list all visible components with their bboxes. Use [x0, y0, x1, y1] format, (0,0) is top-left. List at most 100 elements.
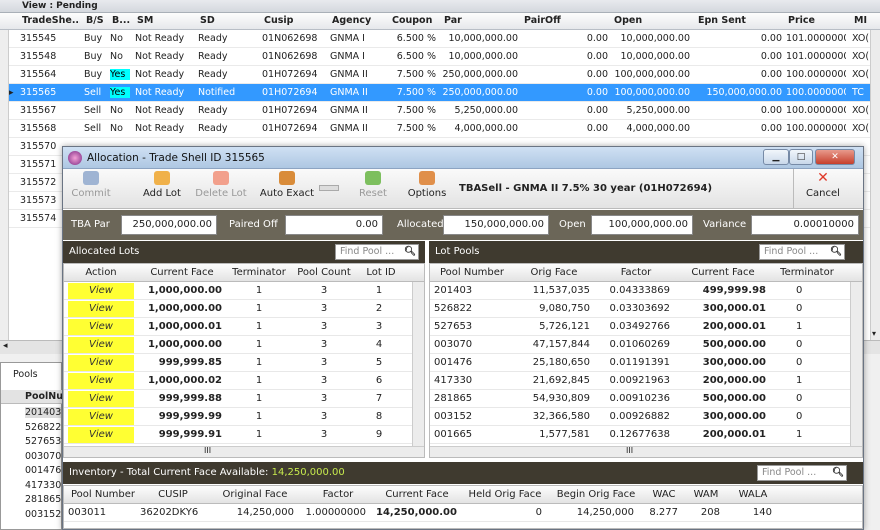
table-row[interactable]: View 999,999.85 1 3 5 — [64, 354, 424, 372]
dialog-titlebar[interactable]: Allocation - Trade Shell ID 315565 ▁ □ ✕ — [63, 147, 863, 169]
commit-button[interactable]: Commit — [69, 171, 113, 207]
delete-lot-button[interactable]: Delete Lot — [195, 171, 247, 207]
trade-grid-col-header[interactable]: SD — [198, 15, 260, 26]
allocated-find-pool-input[interactable]: Find Pool ... 🔍︎ — [335, 244, 419, 260]
table-row[interactable]: View 1,000,000.01 1 3 3 — [64, 318, 424, 336]
table-row[interactable]: 003070 47,157,844 0.01060269 500,000.00 0 — [430, 336, 862, 354]
close-window-button[interactable]: ✕ — [815, 149, 855, 165]
table-row[interactable]: 001476 25,180,650 0.01191391 300,000.00 0 — [430, 354, 862, 372]
view-lot-button[interactable]: View — [68, 427, 134, 443]
view-lot-button[interactable]: View — [68, 337, 134, 353]
table-row[interactable]: 201403 11,537,035 0.04333869 499,999.98 0 — [430, 282, 862, 300]
view-lot-button[interactable]: View — [68, 319, 134, 335]
slider-track[interactable] — [319, 185, 339, 191]
trade-grid-col-header[interactable]: Coupon — [390, 15, 440, 26]
table-row[interactable]: 315548 Buy No Not Ready Ready 01N062698 GNMA I… — [0, 48, 880, 66]
trade-grid-col-header[interactable]: B... — [110, 15, 134, 26]
list-item[interactable]: 527653 — [25, 436, 61, 447]
allocated-col-header[interactable]: Lot ID — [356, 267, 406, 278]
maximize-button[interactable]: □ — [789, 149, 813, 165]
minimize-button[interactable]: ▁ — [763, 149, 789, 165]
lot-pools-col-header[interactable]: Terminator — [776, 267, 838, 278]
table-row[interactable]: 281865 54,930,809 0.00910236 500,000.00 0 — [430, 390, 862, 408]
add-lot-button[interactable]: Add Lot — [139, 171, 185, 207]
table-row[interactable]: 003152 32,366,580 0.00926882 300,000.00 0 — [430, 408, 862, 426]
trade-grid-vscroll[interactable]: ▾ — [870, 30, 880, 340]
search-icon[interactable]: 🔍︎ — [832, 466, 844, 480]
tab-pools[interactable]: Pools — [13, 369, 38, 380]
view-lot-button[interactable]: View — [68, 301, 134, 317]
trade-grid-col-header[interactable]: MI — [852, 15, 880, 26]
trade-grid-col-header[interactable]: Agency — [330, 15, 388, 26]
trade-grid-col-header[interactable]: TradeShe... — [20, 15, 80, 26]
table-row[interactable]: 003011 36202DKY6 14,250,000 1.00000000 14,25… — [64, 504, 862, 522]
table-row[interactable]: View 1,000,000.00 1 3 4 — [64, 336, 424, 354]
inventory-col-header[interactable]: Pool Number — [68, 489, 138, 500]
inventory-col-header[interactable]: WAM — [686, 489, 726, 500]
table-row[interactable]: View 999,999.91 1 3 9 — [64, 426, 424, 444]
inventory-col-header[interactable]: Begin Orig Face — [552, 489, 640, 500]
inventory-col-header[interactable]: Factor — [304, 489, 372, 500]
table-row[interactable]: View 1,000,000.00 1 3 1 — [64, 282, 424, 300]
trade-grid-col-header[interactable]: B/S — [84, 15, 110, 26]
list-item[interactable]: 003152 — [25, 509, 61, 520]
list-item[interactable]: 003070 — [25, 451, 61, 462]
list-item[interactable]: 417330 — [25, 480, 61, 491]
inventory-col-header[interactable]: Held Orig Face — [462, 489, 548, 500]
trade-grid-col-header[interactable]: Epn Sent — [696, 15, 786, 26]
inventory-find-pool-input[interactable]: Find Pool ... 🔍︎ — [757, 465, 847, 481]
lot-pools-col-header[interactable]: Orig Face — [514, 267, 594, 278]
lot-pools-col-header[interactable]: Pool Number — [434, 267, 510, 278]
options-button[interactable]: Options — [405, 171, 449, 207]
table-row[interactable]: View 1,000,000.02 1 3 6 — [64, 372, 424, 390]
view-lot-button[interactable]: View — [68, 283, 134, 299]
table-row[interactable]: View 999,999.88 1 3 7 — [64, 390, 424, 408]
allocated-hscroll[interactable]: III — [64, 446, 424, 457]
allocated-col-header[interactable]: Current Face — [138, 267, 226, 278]
lot-pools-hscroll[interactable]: III — [430, 446, 862, 457]
view-lot-button[interactable]: View — [68, 391, 134, 407]
table-row[interactable]: 417330 21,692,845 0.00921963 200,000.00 1 — [430, 372, 862, 390]
lot-pools-col-header[interactable]: Current Face — [678, 267, 768, 278]
trade-grid-col-header[interactable]: Cusip — [262, 15, 328, 26]
inventory-col-header[interactable]: Original Face — [210, 489, 300, 500]
trade-grid-col-header[interactable]: SM — [135, 15, 195, 26]
search-icon[interactable]: 🔍︎ — [404, 245, 416, 259]
trade-grid-col-header[interactable]: Par — [442, 15, 522, 26]
inventory-col-header[interactable]: CUSIP — [140, 489, 206, 500]
allocated-col-header[interactable]: Pool Count — [294, 267, 354, 278]
allocated-col-header[interactable]: Action — [68, 267, 134, 278]
allocated-vscroll[interactable] — [412, 282, 424, 446]
lot-pools-vscroll[interactable] — [850, 282, 862, 446]
view-lot-button[interactable]: View — [68, 409, 134, 425]
table-row[interactable]: 315567 Sell No Not Ready Ready 01H072694 GNMA … — [0, 102, 880, 120]
lot-pools-find-pool-input[interactable]: Find Pool ... 🔍︎ — [759, 244, 845, 260]
view-lot-button[interactable]: View — [68, 373, 134, 389]
table-row[interactable]: 315568 Sell No Not Ready Ready 01H072694 GNMA … — [0, 120, 880, 138]
view-lot-button[interactable]: View — [68, 355, 134, 371]
auto-exact-button[interactable]: Auto Exact — [259, 171, 315, 207]
allocated-col-header[interactable]: Terminator — [228, 267, 290, 278]
reset-button[interactable]: Reset — [353, 171, 393, 207]
table-row[interactable]: View 999,999.99 1 3 8 — [64, 408, 424, 426]
table-row[interactable]: 001665 1,577,581 0.12677638 200,000.01 1 — [430, 426, 862, 444]
list-item[interactable]: 526822 — [25, 422, 61, 433]
list-item[interactable]: 201403 — [25, 407, 62, 418]
inventory-col-header[interactable]: Current Face — [376, 489, 458, 500]
table-row[interactable]: 315545 Buy No Not Ready Ready 01N062698 GNMA I… — [0, 30, 880, 48]
list-item[interactable]: 281865 — [25, 494, 61, 505]
search-icon[interactable]: 🔍︎ — [830, 245, 842, 259]
table-row[interactable]: 526822 9,080,750 0.03303692 300,000.01 0 — [430, 300, 862, 318]
scroll-left-icon[interactable]: ◂ — [3, 341, 8, 351]
table-row[interactable]: View 1,000,000.00 1 3 2 — [64, 300, 424, 318]
inventory-col-header[interactable]: WALA — [728, 489, 778, 500]
table-row[interactable]: 315564 Buy Yes Not Ready Ready 01H072694 GNMA … — [0, 66, 880, 84]
list-item[interactable]: 001476 — [25, 465, 61, 476]
trade-grid-col-header[interactable]: PairOff — [522, 15, 612, 26]
trade-grid-col-header[interactable]: Open — [612, 15, 694, 26]
inventory-col-header[interactable]: WAC — [644, 489, 684, 500]
scroll-down-icon[interactable]: ▾ — [872, 329, 876, 338]
cancel-button[interactable]: ✕ Cancel — [801, 171, 845, 207]
table-row[interactable]: 315565 Sell Yes Not Ready Notified 01H072694 G… — [0, 84, 880, 102]
lot-pools-col-header[interactable]: Factor — [598, 267, 674, 278]
